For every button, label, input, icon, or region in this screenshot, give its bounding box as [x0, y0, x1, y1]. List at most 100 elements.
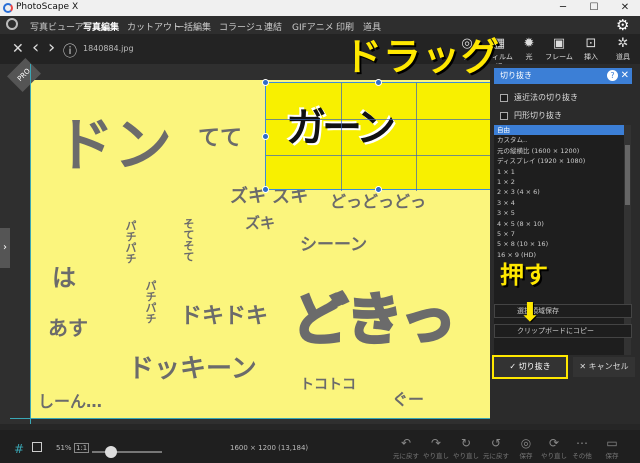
- cancel-button-label: キャンセル: [588, 362, 629, 371]
- crop-button[interactable]: ✓ 切り抜き: [492, 355, 568, 379]
- close-editor-icon[interactable]: ✕: [12, 41, 24, 57]
- crop-selection-box[interactable]: ガーン: [262, 79, 492, 193]
- history-label: やり直し: [541, 452, 567, 460]
- checkbox-icon: [500, 93, 508, 102]
- tab-batch-edit[interactable]: 一括編集: [175, 20, 211, 33]
- ratio-option[interactable]: 自由: [494, 125, 624, 136]
- crop-handle-bottom[interactable]: [375, 186, 382, 193]
- compare-icon: ◎: [520, 436, 532, 450]
- circle-crop-label: 円形切り抜き: [514, 111, 562, 120]
- crop-handle-top-left[interactable]: [262, 79, 269, 86]
- tool-tools[interactable]: ✲ 道具: [608, 36, 638, 62]
- zoom-reset-button[interactable]: 1:1: [74, 443, 90, 453]
- image-text-doki-big: どきっ: [290, 287, 457, 355]
- undo-icon: ↶: [400, 436, 412, 450]
- ratio-option[interactable]: 元の縦横比 (1600 × 1200): [494, 146, 624, 156]
- crop-handle-left[interactable]: [262, 133, 269, 140]
- image-text-pachi-2: パチパチ: [144, 280, 157, 324]
- zoom-slider-track[interactable]: [92, 451, 162, 453]
- redo-button[interactable]: ↷ やり直し: [422, 436, 450, 460]
- ratio-option[interactable]: 1 × 2: [494, 177, 624, 187]
- tab-collage[interactable]: コラージュ: [219, 20, 263, 33]
- ratio-option[interactable]: カスタム..: [494, 135, 624, 145]
- gear-icon[interactable]: ⚙: [616, 16, 629, 34]
- redo-label: やり直し: [423, 452, 449, 460]
- compare-button[interactable]: ◎ 保存: [512, 436, 540, 460]
- crop-grid-line: [266, 119, 492, 120]
- tab-gif-animation[interactable]: GIFアニメ: [292, 20, 334, 33]
- revert-label: 元に戻す: [483, 452, 509, 460]
- more-icon: ⋯: [576, 436, 588, 450]
- minimize-button[interactable]: ─: [548, 0, 578, 16]
- circle-crop-checkbox[interactable]: 円形切り抜き: [500, 110, 562, 121]
- zoom-level: 51%: [56, 444, 72, 452]
- scrollbar-thumb[interactable]: [625, 145, 630, 205]
- guide-line-left: [30, 64, 31, 424]
- history-button[interactable]: ⟳ やり直し: [540, 436, 568, 460]
- checkbox-icon: [500, 111, 508, 120]
- panel-close-icon[interactable]: ✕: [621, 68, 629, 84]
- image-text-shiin-2: しーん…: [38, 392, 103, 411]
- ratio-option[interactable]: 4 × 5 (8 × 10): [494, 219, 624, 229]
- image-text-asu: あす: [48, 316, 88, 340]
- expand-left-panel-button[interactable]: ›: [0, 228, 10, 268]
- more-button[interactable]: ⋯ その他: [568, 436, 596, 460]
- tool-tools-label: 道具: [616, 53, 630, 61]
- ratio-option[interactable]: 5 × 7: [494, 229, 624, 239]
- crop-image-text: ガーン: [286, 105, 396, 151]
- undo-button[interactable]: ↶ 元に戻す: [392, 436, 420, 460]
- push-annotation: 押す: [500, 261, 548, 289]
- image-size: 1600 × 1200 (13,184): [230, 444, 309, 452]
- image-text-dokkiin: ドッキーン: [128, 354, 257, 384]
- fit-screen-icon[interactable]: [32, 442, 42, 452]
- ratio-option[interactable]: ディスプレイ (1920 × 1080): [494, 156, 624, 166]
- copy-clipboard-button[interactable]: クリップボードにコピー: [494, 324, 632, 338]
- back-icon[interactable]: ‹: [32, 37, 39, 58]
- check-icon: ✓: [509, 362, 519, 371]
- ratio-option[interactable]: 3 × 5: [494, 208, 624, 218]
- home-icon[interactable]: [6, 18, 18, 30]
- compare-label: 保存: [519, 452, 533, 460]
- cancel-button[interactable]: ✕ キャンセル: [573, 357, 635, 377]
- zoom-slider-thumb[interactable]: [105, 446, 117, 458]
- redo-icon: ↷: [430, 436, 442, 450]
- tool-frame[interactable]: ▣ フレーム: [544, 36, 574, 62]
- tab-photo-edit[interactable]: 写真編集: [83, 20, 119, 33]
- grid-icon[interactable]: #: [14, 442, 24, 456]
- photoscape-window: PhotoScape X ─ ☐ ✕ 写真ビューアー 写真編集 カットアウト 一…: [0, 0, 640, 463]
- perspective-crop-checkbox[interactable]: 遠近法の切り抜き: [500, 92, 578, 103]
- tool-light[interactable]: ✹ 光: [514, 36, 544, 62]
- redo-all-button[interactable]: ↻ やり直し: [452, 436, 480, 460]
- info-icon[interactable]: ⓘ: [63, 41, 77, 61]
- ratio-option[interactable]: 2 × 3 (4 × 6): [494, 187, 624, 197]
- crop-grid-line: [341, 83, 342, 191]
- image-text-shiin: シーーン: [300, 235, 368, 255]
- panel-title: 切り抜き: [500, 71, 532, 80]
- image-text-gu: ぐー: [392, 390, 425, 409]
- tool-insert[interactable]: ⊡ 挿入: [576, 36, 606, 62]
- ratio-option[interactable]: [494, 291, 624, 301]
- image-text-zuki-small: ズキ: [245, 214, 276, 232]
- save-icon: ▭: [606, 436, 618, 450]
- arrow-down-icon: ⬇: [519, 298, 541, 328]
- image-text-ha: は: [52, 264, 76, 292]
- tab-combine[interactable]: 連結: [264, 20, 282, 33]
- forward-icon[interactable]: ›: [48, 37, 55, 58]
- ratio-list-scrollbar[interactable]: [624, 125, 631, 355]
- save-button[interactable]: ▭ 保存: [598, 436, 626, 460]
- ratio-option[interactable]: 3 × 4: [494, 198, 624, 208]
- ratio-option[interactable]: 5 × 8 (10 × 16): [494, 239, 624, 249]
- help-icon[interactable]: ?: [607, 70, 618, 81]
- tool-insert-label: 挿入: [584, 53, 598, 61]
- insert-icon: ⊡: [585, 36, 597, 51]
- tab-cutout[interactable]: カットアウト: [127, 20, 181, 33]
- save-selection-button[interactable]: 選択領域保存: [494, 304, 632, 318]
- panel-header: 切り抜き ? ✕: [494, 68, 632, 84]
- history-icon: ⟳: [548, 436, 560, 450]
- close-window-button[interactable]: ✕: [610, 0, 640, 16]
- ratio-option[interactable]: 1 × 1: [494, 167, 624, 177]
- revert-button[interactable]: ↺ 元に戻す: [482, 436, 510, 460]
- drag-annotation: ドラッグ: [344, 35, 501, 79]
- crop-handle-bottom-left[interactable]: [262, 186, 269, 193]
- maximize-button[interactable]: ☐: [579, 0, 609, 16]
